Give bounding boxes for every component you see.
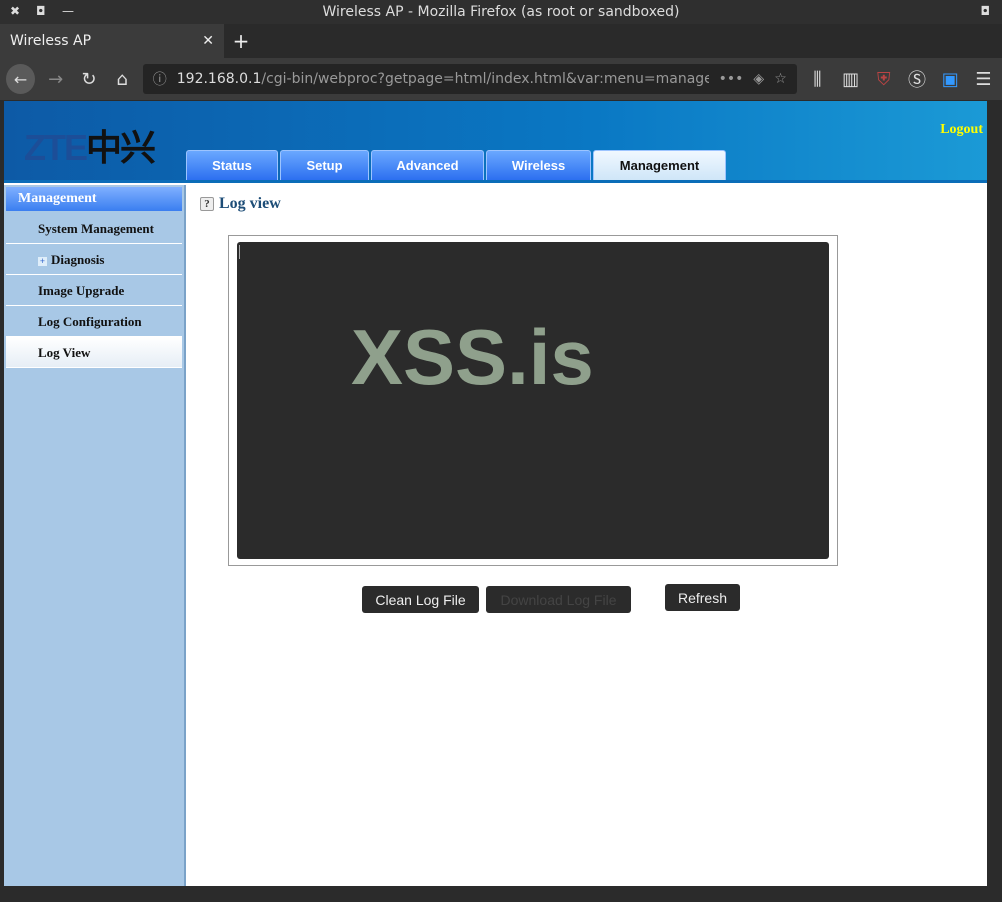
page-title: Log view xyxy=(219,195,281,212)
horizontal-scrollbar[interactable] xyxy=(4,886,987,900)
sidebar-item-image-upgrade[interactable]: Image Upgrade xyxy=(6,275,182,306)
close-tab-icon[interactable]: ✕ xyxy=(202,33,214,49)
sidebar-item-system-management[interactable]: System Management xyxy=(6,213,182,244)
text-caret xyxy=(239,245,240,259)
download-log-file-button[interactable]: Download Log File xyxy=(486,586,631,613)
window-title: Wireless AP - Mozilla Firefox (as root o… xyxy=(322,4,680,20)
forward-button[interactable]: → xyxy=(43,69,68,90)
tab-setup[interactable]: Setup xyxy=(280,150,369,180)
tab-management[interactable]: Management xyxy=(593,150,726,180)
sidebar-title: Management xyxy=(6,187,182,211)
help-icon[interactable]: ? xyxy=(200,197,214,211)
extension-s-blue-icon[interactable]: ▣ xyxy=(938,69,963,90)
tab-advanced[interactable]: Advanced xyxy=(371,150,484,180)
sidebar-item-diagnosis[interactable]: + Diagnosis xyxy=(6,244,182,275)
log-textarea[interactable]: XSS.is xyxy=(237,242,829,559)
watermark: XSS.is xyxy=(351,313,594,401)
new-tab-icon[interactable]: + xyxy=(224,24,258,58)
clean-log-file-button[interactable]: Clean Log File xyxy=(362,586,479,613)
menu-icon[interactable]: ☰ xyxy=(971,69,996,90)
sidebar-item-log-view[interactable]: Log View xyxy=(6,337,182,368)
router-page: ZTE中兴 Logout Status Setup Advanced Wirel… xyxy=(4,101,987,886)
url-bar[interactable]: ⓘ 192.168.0.1/cgi-bin/webproc?getpage=ht… xyxy=(142,64,797,94)
tab-status[interactable]: Status xyxy=(186,150,278,180)
vertical-scrollbar[interactable] xyxy=(987,101,1002,886)
maximize-icon[interactable]: ◘ xyxy=(36,4,46,18)
tab-title: Wireless AP xyxy=(10,33,92,49)
close-icon[interactable]: ✖ xyxy=(10,4,20,18)
sidebar-item-label: Diagnosis xyxy=(51,252,105,267)
sidebar-icon[interactable]: ▥ xyxy=(838,69,863,90)
logout-link[interactable]: Logout xyxy=(940,122,983,138)
sidebar-item-log-configuration[interactable]: Log Configuration xyxy=(6,306,182,337)
back-button[interactable]: ← xyxy=(6,64,36,94)
info-icon[interactable]: ⓘ xyxy=(153,69,167,89)
pocket-icon[interactable]: ◈ xyxy=(753,71,764,87)
home-button[interactable]: ⌂ xyxy=(110,69,135,90)
library-icon[interactable]: ⫼ xyxy=(805,69,830,90)
minimize-icon[interactable]: — xyxy=(62,4,74,18)
restore-icon[interactable]: ◘ xyxy=(981,4,991,18)
more-icon[interactable]: ••• xyxy=(719,71,744,87)
extension-s-icon[interactable]: Ⓢ xyxy=(904,66,929,92)
zte-logo: ZTE中兴 xyxy=(24,127,156,168)
ublock-icon[interactable]: ⛨ xyxy=(871,69,896,90)
bookmark-star-icon[interactable]: ☆ xyxy=(774,71,787,87)
url-path: /cgi-bin/webproc?getpage=html/index.html… xyxy=(261,71,709,87)
sidebar: Management System Management + Diagnosis … xyxy=(4,185,186,886)
tab-wireless[interactable]: Wireless xyxy=(486,150,591,180)
reload-button[interactable]: ↻ xyxy=(76,69,101,90)
page-header: ZTE中兴 Logout Status Setup Advanced Wirel… xyxy=(4,101,987,183)
browser-tab[interactable]: Wireless AP ✕ xyxy=(0,24,224,58)
window-titlebar: ✖ ◘ — Wireless AP - Mozilla Firefox (as … xyxy=(0,0,1002,24)
url-host: 192.168.0.1 xyxy=(176,71,262,87)
refresh-button[interactable]: Refresh xyxy=(665,584,740,611)
expand-icon[interactable]: + xyxy=(38,257,47,266)
